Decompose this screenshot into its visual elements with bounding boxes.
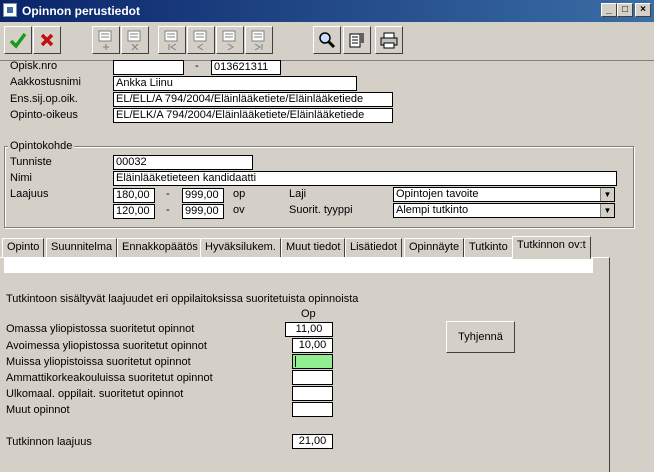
cancel-button[interactable] (33, 26, 61, 54)
student-number-field[interactable]: 013621311 (211, 60, 281, 75)
tab-lisatiedot[interactable]: Lisätiedot (345, 238, 403, 258)
row-label-avoimessa: Avoimessa yliopistossa suoritetut opinno… (6, 340, 207, 352)
cancel-icon (40, 33, 54, 47)
opoik-field[interactable]: EL/ELK/A 794/2004/Eläinlääketiete/Eläinl… (113, 108, 393, 123)
suorit-value: Alempi tutkinto (396, 204, 469, 216)
chevron-down-icon[interactable]: ▼ (600, 188, 614, 201)
window-title: Opinnon perustiedot (22, 4, 140, 18)
laji-select[interactable]: Opintojen tavoite ▼ (393, 187, 615, 202)
print-button[interactable] (375, 26, 403, 54)
minimize-button[interactable]: _ (601, 3, 617, 17)
last-record-button[interactable] (245, 26, 273, 54)
clear-button[interactable]: Tyhjennä (446, 321, 515, 353)
prev-record-button[interactable] (187, 26, 215, 54)
tab-muut-tiedot[interactable]: Muut tiedot (281, 238, 346, 258)
ov-min-field[interactable]: 120,00 (113, 204, 155, 219)
opiskno-label: Opisk.nro (10, 60, 58, 72)
op-dash: - (166, 188, 170, 200)
tab-ennakkopaatos[interactable]: Ennakkopäätös (117, 238, 203, 258)
row-label-muut: Muut opinnot (6, 404, 70, 416)
op-min-field[interactable]: 180,00 (113, 188, 155, 203)
tab-opinto[interactable]: Opinto (2, 238, 45, 258)
muut-field[interactable] (292, 402, 333, 417)
next-record-icon (222, 30, 236, 51)
search-icon (319, 32, 336, 49)
delete-record-button[interactable] (121, 26, 149, 54)
tunniste-field[interactable]: 00032 (113, 155, 253, 170)
save-icon (9, 32, 27, 49)
ov-unit-label: ov (233, 204, 245, 216)
tab-suunnitelma[interactable]: Suunnitelma (46, 238, 118, 258)
row-label-ulkomaal: Ulkomaal. oppilait. suoritetut opinnot (6, 388, 184, 400)
laji-label: Laji (289, 188, 307, 200)
print-icon (380, 32, 398, 49)
op-unit-label: op (233, 188, 246, 200)
opintokohde-title: Opintokohde (8, 140, 75, 152)
nimi-field[interactable]: Eläinlääketieteen kandidaatti (113, 171, 617, 186)
panel-banner (4, 258, 593, 273)
laajuus-label: Laajuus (10, 188, 49, 200)
muissa-field[interactable] (292, 354, 333, 369)
delete-record-icon (127, 30, 141, 51)
panel-heading: Tutkintoon sisältyvät laajuudet eri oppi… (6, 293, 359, 305)
new-record-button[interactable] (92, 26, 120, 54)
search-button[interactable] (313, 26, 341, 54)
suorit-label: Suorit. tyyppi (289, 204, 353, 216)
prev-record-icon (193, 30, 207, 51)
notes-icon (349, 33, 364, 48)
next-record-button[interactable] (216, 26, 244, 54)
tab-hyvaksilukem[interactable]: Hyväksilukem. (200, 238, 281, 258)
name-label: Aakkostusnimi (10, 76, 81, 88)
opoik-label: Opinto-oikeus (10, 109, 78, 121)
save-button[interactable] (4, 26, 32, 54)
op-max-field[interactable]: 999,00 (182, 188, 224, 203)
enssij-field[interactable]: EL/ELL/A 794/2004/Eläinlääketiete/Eläinl… (113, 92, 393, 107)
notes-button[interactable] (343, 26, 371, 54)
dash-label: - (195, 60, 199, 72)
total-field[interactable]: 21,00 (292, 434, 333, 449)
opiskno-field[interactable] (113, 60, 184, 75)
suorit-select[interactable]: Alempi tutkinto ▼ (393, 203, 615, 218)
enssij-label: Ens.sij.op.oik. (10, 93, 78, 105)
avoimessa-field[interactable]: 10,00 (292, 338, 333, 353)
total-label: Tutkinnon laajuus (6, 436, 92, 448)
op-column-header: Op (301, 308, 316, 320)
title-bar: Opinnon perustiedot _ □ × (0, 0, 654, 22)
first-record-icon (164, 30, 178, 51)
ov-max-field[interactable]: 999,00 (182, 204, 224, 219)
ov-dash: - (166, 204, 170, 216)
row-label-omassa: Omassa yliopistossa suoritetut opinnot (6, 323, 195, 335)
tab-strip: Opinto Suunnitelma Ennakkopäätös Hyväksi… (0, 236, 654, 259)
toolbar (0, 22, 654, 61)
last-record-icon (251, 30, 265, 51)
omassa-field[interactable]: 11,00 (285, 322, 333, 337)
tab-tutkinnon-ovt[interactable]: Tutkinnon ov:t (512, 236, 591, 259)
close-button[interactable]: × (635, 3, 651, 17)
first-record-button[interactable] (158, 26, 186, 54)
amk-field[interactable] (292, 370, 333, 385)
tunniste-label: Tunniste (10, 156, 52, 168)
ulkomaal-field[interactable] (292, 386, 333, 401)
text-cursor (295, 356, 296, 367)
tab-opinnayte[interactable]: Opinnäyte (404, 238, 465, 258)
nimi-label: Nimi (10, 172, 32, 184)
row-label-muissa: Muissa yliopistoissa suoritetut opinnot (6, 356, 191, 368)
maximize-button[interactable]: □ (617, 3, 633, 17)
row-label-amk: Ammattikorkeakouluissa suoritetut opinno… (6, 372, 213, 384)
tab-tutkinto[interactable]: Tutkinto (464, 238, 513, 258)
app-icon (3, 3, 17, 17)
name-field[interactable]: Ankka Liinu (113, 76, 357, 91)
laji-value: Opintojen tavoite (396, 188, 479, 200)
new-record-icon (98, 30, 112, 50)
chevron-down-icon[interactable]: ▼ (600, 204, 614, 217)
